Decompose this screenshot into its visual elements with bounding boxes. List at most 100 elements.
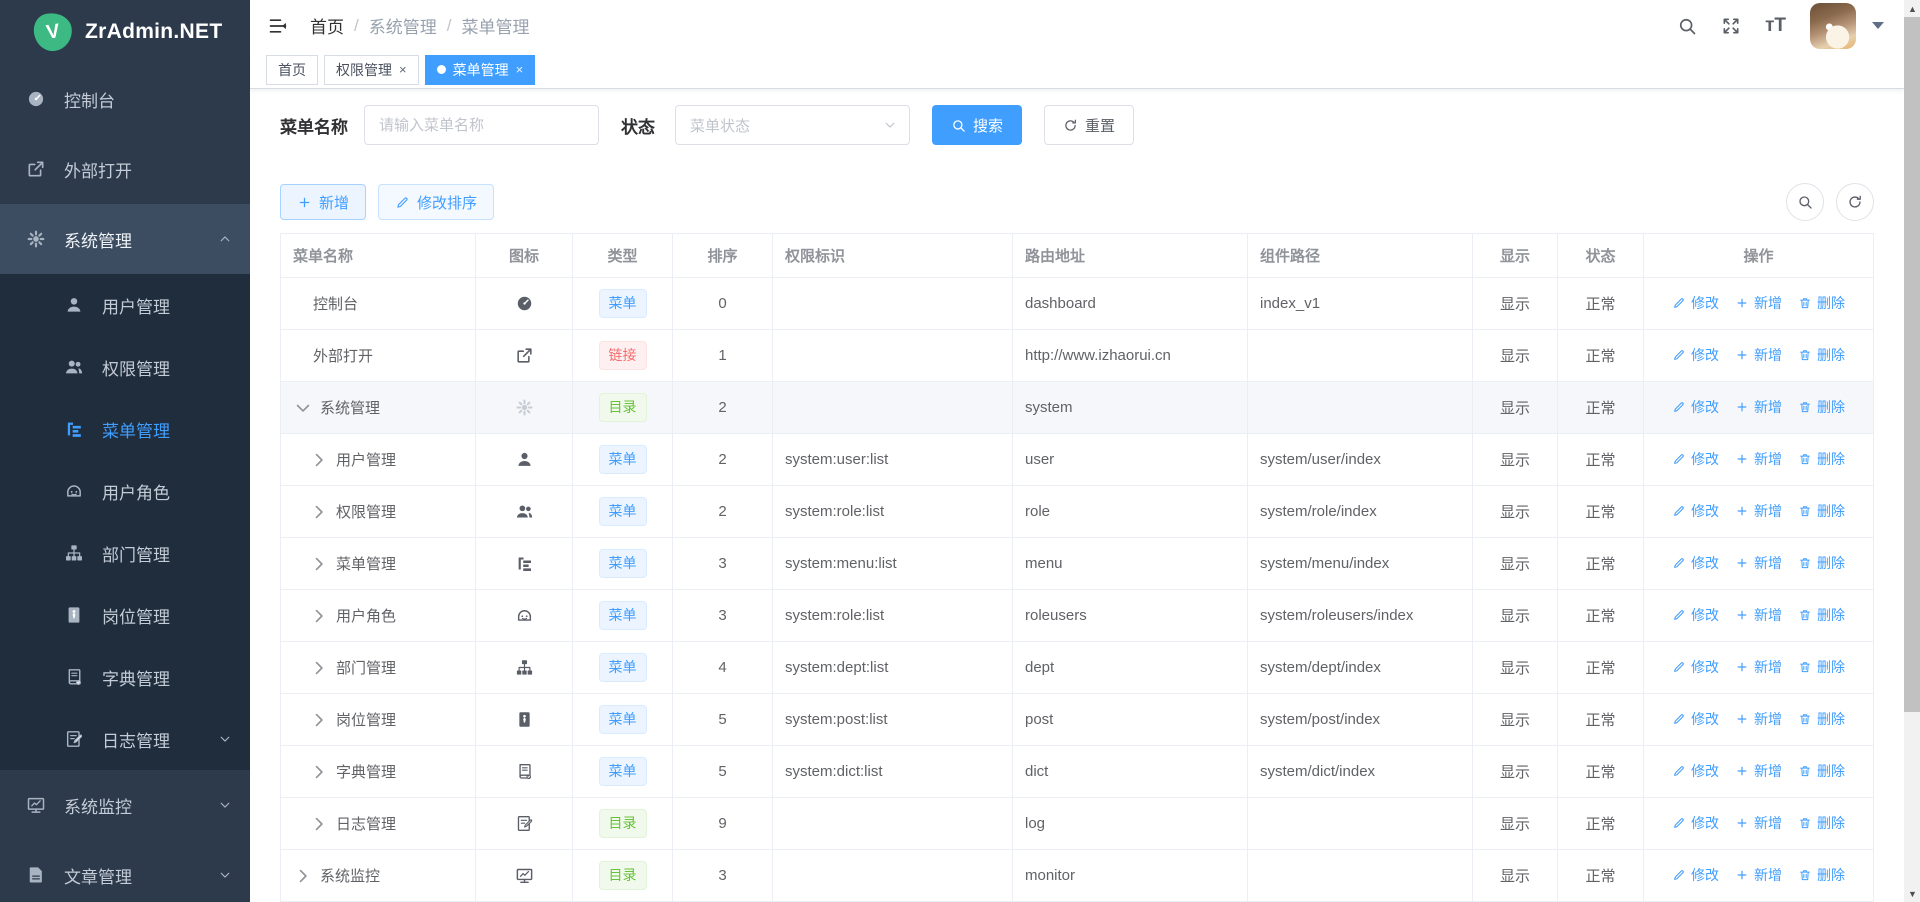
- sidebar-item-users[interactable]: 权限管理: [0, 336, 250, 398]
- delete-link[interactable]: 删除: [1798, 449, 1845, 469]
- sidebar-item-org[interactable]: 部门管理: [0, 522, 250, 584]
- order-cell: 2: [673, 382, 773, 434]
- sidebar-item-tree[interactable]: 菜单管理: [0, 398, 250, 460]
- perms-cell: system:menu:list: [773, 538, 1013, 590]
- table-tools: [1786, 183, 1874, 221]
- delete-link[interactable]: 删除: [1798, 345, 1845, 365]
- add-link[interactable]: 新增: [1735, 501, 1782, 521]
- edit-link-label: 修改: [1691, 761, 1719, 781]
- add-link[interactable]: 新增: [1735, 553, 1782, 573]
- tab-2[interactable]: 菜单管理×: [425, 55, 536, 85]
- breadcrumb-item[interactable]: 首页: [310, 13, 344, 38]
- delete-link[interactable]: 删除: [1798, 709, 1845, 729]
- scrollbar-thumb[interactable]: [1904, 17, 1920, 712]
- add-link[interactable]: 新增: [1735, 449, 1782, 469]
- add-button[interactable]: 新增: [280, 184, 366, 220]
- delete-link[interactable]: 删除: [1798, 605, 1845, 625]
- menu-name-input[interactable]: [364, 105, 599, 145]
- expand-closed-icon[interactable]: [309, 710, 329, 730]
- close-icon[interactable]: ×: [516, 63, 524, 76]
- expand-closed-icon[interactable]: [309, 502, 329, 522]
- sidebar-item-external[interactable]: 外部打开: [0, 134, 250, 204]
- edit-link[interactable]: 修改: [1672, 553, 1719, 573]
- delete-link[interactable]: 删除: [1798, 813, 1845, 833]
- font-size-icon[interactable]: тT: [1765, 16, 1786, 35]
- expand-closed-icon[interactable]: [309, 658, 329, 678]
- sidebar-item-gear[interactable]: 系统管理: [0, 204, 250, 274]
- delete-link[interactable]: 删除: [1798, 657, 1845, 677]
- plus-icon: [1735, 868, 1749, 882]
- expand-closed-icon[interactable]: [309, 606, 329, 626]
- add-link[interactable]: 新增: [1735, 293, 1782, 313]
- scrollbar-up-arrow-icon[interactable]: ▲: [1904, 0, 1920, 17]
- edit-link[interactable]: 修改: [1672, 761, 1719, 781]
- add-link[interactable]: 新增: [1735, 813, 1782, 833]
- sidebar-item-dashboard[interactable]: 控制台: [0, 64, 250, 134]
- expand-closed-icon[interactable]: [309, 814, 329, 834]
- chevron-down-icon[interactable]: [1872, 22, 1884, 29]
- sidebar-collapse-icon[interactable]: [268, 16, 288, 36]
- sidebar-item-user[interactable]: 用户管理: [0, 274, 250, 336]
- visible-cell: 显示: [1473, 694, 1558, 746]
- edit-link[interactable]: 修改: [1672, 865, 1719, 885]
- edit-link-label: 修改: [1691, 449, 1719, 469]
- tab-1[interactable]: 权限管理×: [324, 55, 419, 85]
- search-button[interactable]: 搜索: [932, 105, 1022, 145]
- expand-closed-icon[interactable]: [309, 554, 329, 574]
- page-content: 菜单名称 状态 菜单状态 搜索 重置 新增: [250, 89, 1904, 902]
- table-row: 菜单管理菜单3system:menu:listmenusystem/menu/i…: [281, 538, 1874, 590]
- delete-link[interactable]: 删除: [1798, 553, 1845, 573]
- tab-0[interactable]: 首页: [266, 55, 318, 85]
- expand-closed-icon[interactable]: [309, 450, 329, 470]
- menu-table: 菜单名称图标类型排序权限标识路由地址组件路径显示状态操作控制台菜单0dashbo…: [280, 233, 1874, 902]
- delete-link[interactable]: 删除: [1798, 397, 1845, 417]
- edit-link[interactable]: 修改: [1672, 293, 1719, 313]
- page-scrollbar[interactable]: ▲ ▼: [1904, 0, 1920, 902]
- edit-link[interactable]: 修改: [1672, 397, 1719, 417]
- component-cell: system/dict/index: [1248, 746, 1473, 798]
- add-link[interactable]: 新增: [1735, 657, 1782, 677]
- expand-open-icon[interactable]: [293, 398, 313, 418]
- expand-closed-icon[interactable]: [309, 762, 329, 782]
- add-link[interactable]: 新增: [1735, 345, 1782, 365]
- sidebar-item-log[interactable]: 日志管理: [0, 708, 250, 770]
- sidebar-item-dict[interactable]: 字典管理: [0, 646, 250, 708]
- perms-cell: system:user:list: [773, 434, 1013, 486]
- edit-link[interactable]: 修改: [1672, 345, 1719, 365]
- sidebar-item-article[interactable]: 文章管理: [0, 840, 250, 902]
- edit-link[interactable]: 修改: [1672, 449, 1719, 469]
- table-search-button[interactable]: [1786, 183, 1824, 221]
- edit-link[interactable]: 修改: [1672, 709, 1719, 729]
- sidebar-item-badge[interactable]: 岗位管理: [0, 584, 250, 646]
- sidebar-item-robot[interactable]: 用户角色: [0, 460, 250, 522]
- edit-link[interactable]: 修改: [1672, 813, 1719, 833]
- delete-link-label: 删除: [1817, 709, 1845, 729]
- reset-button[interactable]: 重置: [1044, 105, 1134, 145]
- add-link[interactable]: 新增: [1735, 865, 1782, 885]
- fullscreen-icon[interactable]: [1721, 16, 1741, 36]
- table-refresh-button[interactable]: [1836, 183, 1874, 221]
- status-select[interactable]: 菜单状态: [675, 105, 910, 145]
- delete-link[interactable]: 删除: [1798, 293, 1845, 313]
- app-logo[interactable]: V ZrAdmin.NET: [0, 0, 250, 64]
- sidebar-item-monitor[interactable]: 系统监控: [0, 770, 250, 840]
- edit-link[interactable]: 修改: [1672, 657, 1719, 677]
- scrollbar-down-arrow-icon[interactable]: ▼: [1904, 885, 1920, 902]
- expand-closed-icon[interactable]: [293, 866, 313, 886]
- trash-icon: [1798, 608, 1812, 622]
- edit-link[interactable]: 修改: [1672, 501, 1719, 521]
- close-icon[interactable]: ×: [399, 63, 407, 76]
- delete-link[interactable]: 删除: [1798, 761, 1845, 781]
- add-link[interactable]: 新增: [1735, 605, 1782, 625]
- perms-cell: [773, 798, 1013, 850]
- edit-link[interactable]: 修改: [1672, 605, 1719, 625]
- avatar[interactable]: [1810, 3, 1856, 49]
- add-link[interactable]: 新增: [1735, 709, 1782, 729]
- delete-link[interactable]: 删除: [1798, 865, 1845, 885]
- search-icon[interactable]: [1677, 16, 1697, 36]
- edit-icon: [1672, 868, 1686, 882]
- delete-link[interactable]: 删除: [1798, 501, 1845, 521]
- add-link[interactable]: 新增: [1735, 761, 1782, 781]
- add-link[interactable]: 新增: [1735, 397, 1782, 417]
- edit-sort-button[interactable]: 修改排序: [378, 184, 494, 220]
